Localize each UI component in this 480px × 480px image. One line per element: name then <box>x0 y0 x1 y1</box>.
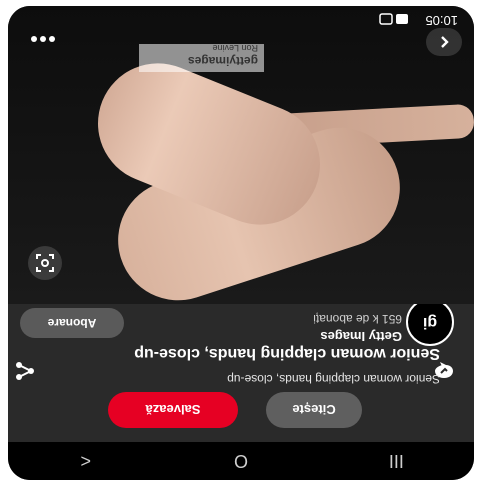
home-button[interactable]: O <box>211 451 271 472</box>
creator-name[interactable]: Getty Images <box>320 329 402 344</box>
getty-watermark: gettyimages Ron Levine <box>139 43 264 72</box>
back-button[interactable]: < <box>56 451 116 472</box>
pin-image[interactable]: gettyimages Ron Levine <box>8 6 474 304</box>
save-button[interactable]: Salvează <box>108 392 238 428</box>
read-button[interactable]: Citește <box>266 392 362 428</box>
visual-search-icon[interactable] <box>28 246 62 280</box>
watermark-text: gettyimages <box>187 54 258 68</box>
status-bar: 10:05 <box>8 6 474 32</box>
android-navigation-bar: III O < <box>8 442 474 480</box>
more-options-icon[interactable] <box>30 30 56 48</box>
subscribe-button[interactable]: Abonare <box>20 308 124 338</box>
creator-avatar[interactable]: gi <box>406 298 454 346</box>
share-icon[interactable] <box>14 355 36 382</box>
screenshot-frame: III O < Citește Salvează Senior woman cl… <box>0 0 480 480</box>
photo-credit: Ron Levine <box>212 43 258 53</box>
phone-screen: III O < Citește Salvează Senior woman cl… <box>8 6 474 480</box>
clock: 10:05 <box>425 13 458 28</box>
close-back-icon[interactable] <box>426 28 462 56</box>
pin-details-sheet: Citește Salvează Senior woman clapping h… <box>8 298 474 442</box>
pin-description: Senior woman clapping hands, close-up <box>227 372 440 386</box>
status-icons <box>376 8 408 26</box>
recents-button[interactable]: III <box>366 451 426 472</box>
creator-subscribers: 651 k de abonați <box>313 312 402 326</box>
pin-title: Senior woman clapping hands, close-up <box>134 345 440 362</box>
